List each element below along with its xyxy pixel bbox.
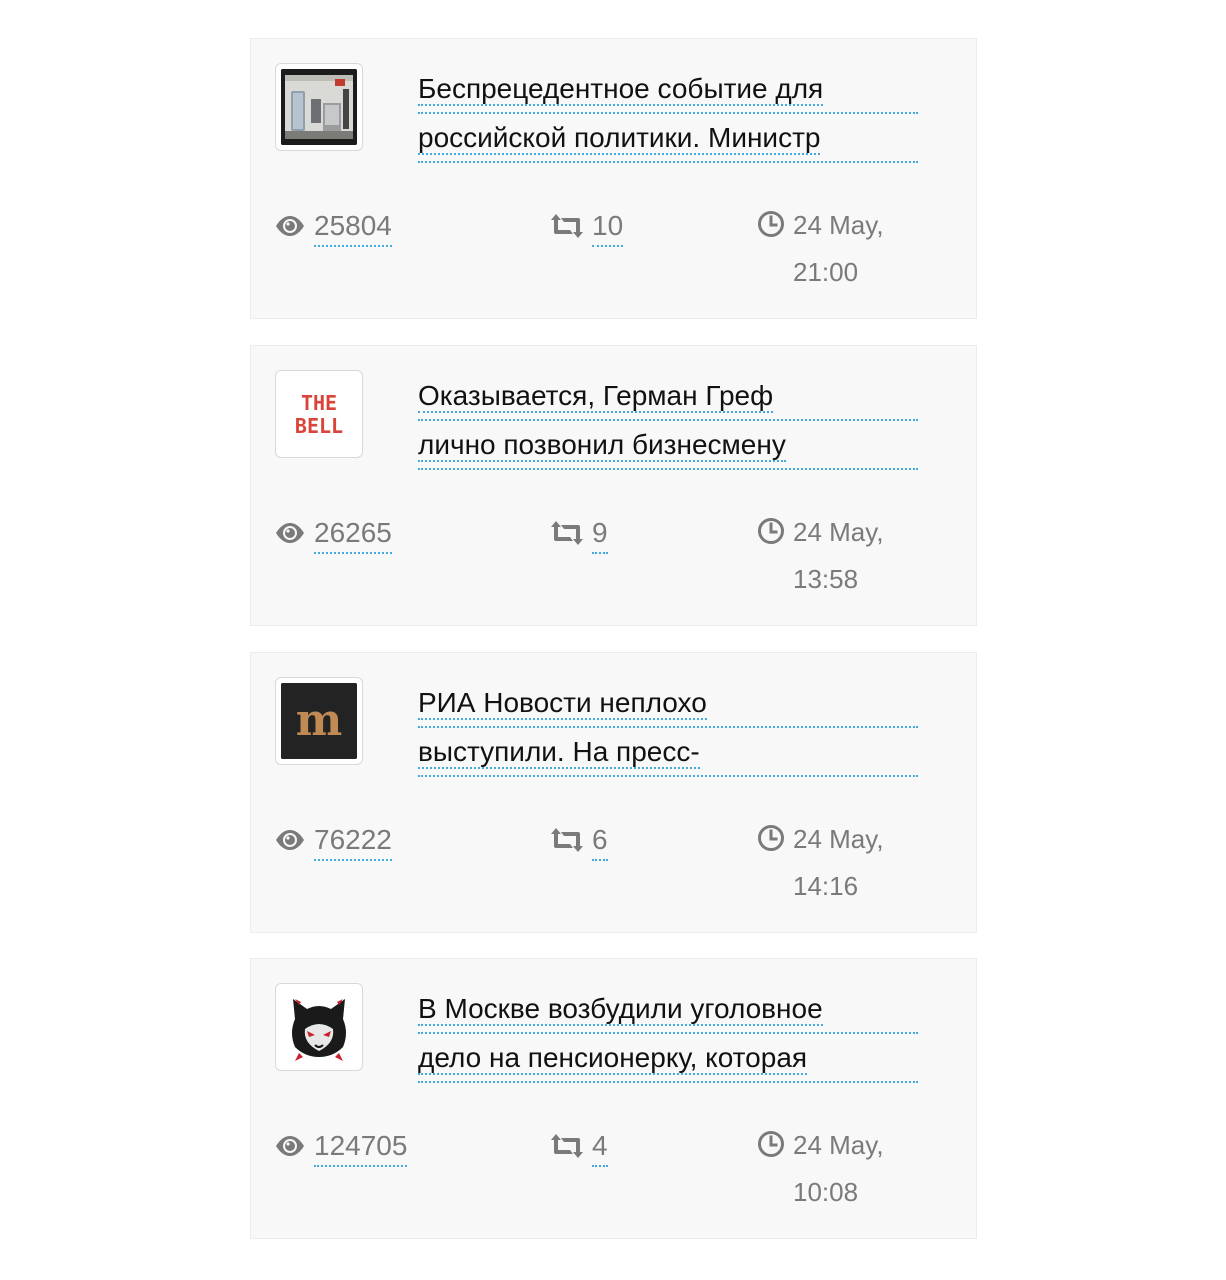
m-logo-icon: m: [281, 683, 357, 759]
post-clock-time: 10:08: [793, 1177, 859, 1207]
eye-icon: [274, 1130, 306, 1169]
post-clock-time: 13:58: [793, 564, 859, 594]
retweet-icon: [550, 824, 584, 863]
post-thumbnail[interactable]: [275, 63, 363, 151]
headline-line: выступили. На пресс-: [418, 736, 700, 769]
reposts-stat: 10: [550, 207, 624, 249]
reposts-count[interactable]: 10: [592, 207, 624, 247]
post-stats: 76222 6 24 May, 14:16: [274, 821, 954, 921]
post-card: m РИА Новости неплохо выступили. На прес…: [250, 652, 977, 933]
post-date: 24 May,: [793, 517, 884, 547]
headline-line: РИА Новости неплохо: [418, 687, 707, 720]
reposts-count[interactable]: 6: [592, 821, 608, 861]
headline-line: Оказывается, Герман Греф: [418, 380, 774, 413]
logo-text: BELL: [295, 414, 343, 438]
reposts-stat: 6: [550, 821, 608, 863]
time-stat: 24 May, 13:58: [757, 514, 937, 603]
photo-thumbnail-icon: [281, 69, 357, 145]
time-stat: 24 May, 14:16: [757, 821, 937, 910]
eye-icon: [274, 210, 306, 249]
retweet-icon: [550, 517, 584, 556]
views-stat: 26265: [274, 514, 392, 556]
post-stats: 26265 9 24 May, 13:58: [274, 514, 954, 614]
post-date: 24 May,: [793, 824, 884, 854]
post-card: THE BELL Оказывается, Герман Греф лично …: [250, 345, 977, 626]
headline-line: Беспрецедентное событие для: [418, 73, 824, 106]
post-clock-time: 14:16: [793, 871, 859, 901]
post-card: Беспрецедентное событие для российской п…: [250, 38, 977, 319]
post-clock-time: 21:00: [793, 257, 859, 287]
reposts-count[interactable]: 4: [592, 1127, 608, 1167]
reposts-count[interactable]: 9: [592, 514, 608, 554]
post-date: 24 May,: [793, 210, 884, 240]
headline-line: В Москве возбудили уголовное: [418, 993, 823, 1026]
retweet-icon: [550, 1130, 584, 1169]
post-stats: 25804 10 24 May, 21:00: [274, 207, 954, 307]
post-stats: 124705 4 24 May, 10:08: [274, 1127, 954, 1227]
clock-icon: [757, 517, 785, 552]
post-headline-link[interactable]: РИА Новости неплохо выступили. На пресс-: [418, 679, 918, 777]
the-bell-logo-icon: THE BELL: [295, 391, 343, 438]
headline-line: российской политики. Министр: [418, 122, 821, 155]
post-card: В Москве возбудили уголовное дело на пен…: [250, 958, 977, 1239]
post-feed: Беспрецедентное событие для российской п…: [0, 0, 1226, 1280]
views-stat: 25804: [274, 207, 392, 249]
post-headline-link[interactable]: Оказывается, Герман Греф лично позвонил …: [418, 372, 918, 470]
headline-line: лично позвонил бизнесмену: [418, 429, 786, 462]
clock-icon: [757, 824, 785, 859]
eye-icon: [274, 824, 306, 863]
hooded-cat-logo-icon: [292, 999, 346, 1061]
views-count[interactable]: 76222: [314, 821, 392, 861]
reposts-stat: 9: [550, 514, 608, 556]
views-stat: 124705: [274, 1127, 408, 1169]
clock-icon: [757, 210, 785, 245]
post-thumbnail[interactable]: [275, 983, 363, 1071]
clock-icon: [757, 1130, 785, 1165]
post-thumbnail[interactable]: THE BELL: [275, 370, 363, 458]
post-date: 24 May,: [793, 1130, 884, 1160]
post-headline-link[interactable]: В Москве возбудили уголовное дело на пен…: [418, 985, 918, 1083]
time-stat: 24 May, 21:00: [757, 207, 937, 296]
views-count[interactable]: 25804: [314, 207, 392, 247]
headline-line: дело на пенсионерку, которая: [418, 1042, 808, 1075]
time-stat: 24 May, 10:08: [757, 1127, 937, 1216]
post-thumbnail[interactable]: m: [275, 677, 363, 765]
views-stat: 76222: [274, 821, 392, 863]
eye-icon: [274, 517, 306, 556]
views-count[interactable]: 26265: [314, 514, 392, 554]
post-headline-link[interactable]: Беспрецедентное событие для российской п…: [418, 65, 918, 163]
views-count[interactable]: 124705: [314, 1127, 408, 1167]
post-time: 24 May, 13:58: [793, 509, 884, 603]
logo-text: THE: [301, 391, 337, 415]
post-time: 24 May, 21:00: [793, 202, 884, 296]
logo-text: m: [296, 695, 343, 746]
post-time: 24 May, 14:16: [793, 816, 884, 910]
post-time: 24 May, 10:08: [793, 1122, 884, 1216]
reposts-stat: 4: [550, 1127, 608, 1169]
retweet-icon: [550, 210, 584, 249]
